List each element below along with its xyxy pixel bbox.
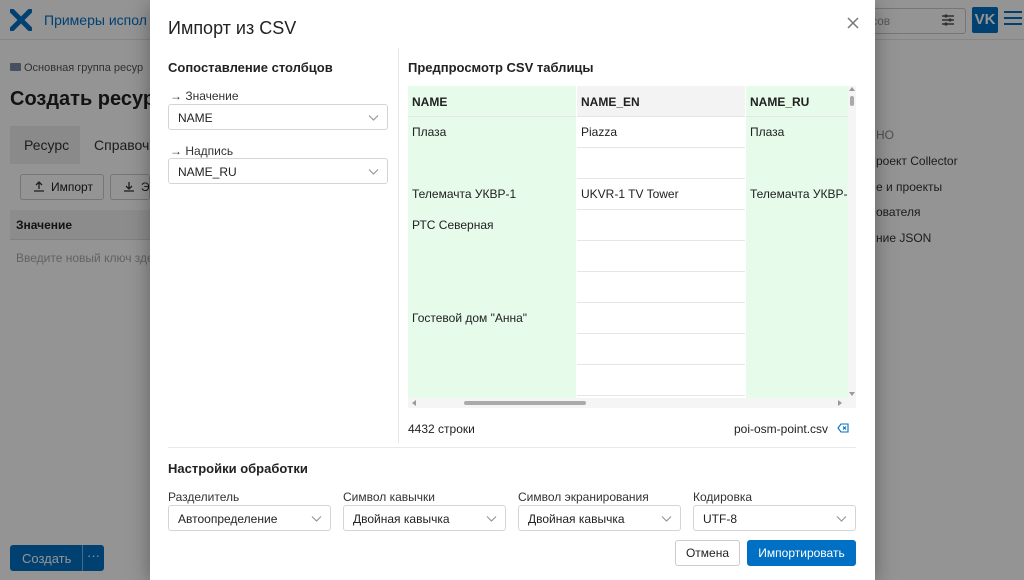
table-cell: [577, 148, 745, 179]
horizontal-scrollbar[interactable]: [408, 398, 856, 408]
table-cell: Гостевой дом "Анна": [412, 311, 528, 325]
file-name: poi-osm-point.csv: [734, 422, 829, 436]
table-cell: [408, 148, 576, 179]
cancel-button[interactable]: Отмена: [675, 540, 740, 566]
caption-field-label: → Надпись: [170, 144, 234, 158]
column-header: NAME_EN: [577, 86, 745, 117]
scroll-up-icon[interactable]: [849, 87, 855, 91]
mapping-title: Сопоставление столбцов: [168, 60, 333, 75]
table-cell: [577, 241, 745, 272]
preview-title: Предпросмотр CSV таблицы: [408, 60, 594, 75]
table-cell: Телемачта УКВР-1: [750, 187, 848, 201]
encoding-label: Кодировка: [693, 490, 753, 504]
table-cell: [408, 334, 576, 365]
table-cell: [746, 272, 848, 303]
table-cell: [746, 303, 848, 334]
table-cell: [746, 241, 848, 272]
table-cell: [577, 334, 745, 365]
table-cell: Плаза: [412, 125, 447, 139]
table-cell: [746, 334, 848, 365]
preview-column-name: NAME Плаза Телемачта УКВР-1 РТС Северная…: [408, 86, 576, 398]
delimiter-select[interactable]: Автоопределение: [168, 505, 331, 531]
table-cell: [408, 241, 576, 272]
table-cell: [408, 272, 576, 303]
chevron-down-icon: [836, 516, 847, 522]
chevron-down-icon: [368, 115, 379, 121]
caption-column-select[interactable]: NAME_RU: [168, 158, 388, 184]
scrollbar-thumb[interactable]: [464, 401, 586, 405]
table-cell: [746, 365, 848, 396]
table-cell: [577, 210, 745, 241]
csv-import-dialog: Импорт из CSV Сопоставление столбцов → З…: [150, 0, 875, 580]
table-cell: Плаза: [750, 125, 785, 139]
quote-char-label: Символ кавычки: [343, 490, 435, 504]
horizontal-divider: [168, 447, 856, 448]
vertical-divider: [398, 48, 399, 443]
dialog-title: Импорт из CSV: [168, 18, 297, 38]
table-cell: UKVR-1 TV Tower: [577, 179, 745, 210]
csv-preview-table[interactable]: NAME Плаза Телемачта УКВР-1 РТС Северная…: [408, 86, 856, 408]
chevron-down-icon: [368, 169, 379, 175]
scrollbar-thumb[interactable]: [850, 96, 854, 106]
table-cell: [577, 365, 745, 396]
table-cell: [746, 210, 848, 241]
table-cell: РТС Северная: [412, 218, 494, 232]
chevron-down-icon: [486, 516, 497, 522]
clear-file-icon[interactable]: [837, 422, 849, 434]
preview-column-name-en: NAME_EN Piazza UKVR-1 TV Tower: [577, 86, 745, 398]
close-icon[interactable]: [844, 14, 862, 32]
scroll-left-icon[interactable]: [412, 400, 416, 406]
table-cell: Piazza: [577, 117, 745, 148]
chevron-down-icon: [311, 516, 322, 522]
preview-column-name-ru: NAME_RU Плаза Телемачта УКВР-1: [746, 86, 848, 398]
table-cell: [577, 303, 745, 334]
escape-char-label: Символ экранирования: [518, 490, 649, 504]
value-field-label: → Значение: [170, 89, 239, 103]
rows-count: 4432 строки: [408, 422, 475, 436]
import-submit-button[interactable]: Импортировать: [747, 540, 856, 566]
column-header: NAME: [408, 86, 576, 117]
table-cell: [408, 365, 576, 396]
value-column-select[interactable]: NAME: [168, 104, 388, 130]
vertical-scrollbar[interactable]: [848, 86, 856, 398]
encoding-select[interactable]: UTF-8: [693, 505, 856, 531]
escape-char-select[interactable]: Двойная кавычка: [518, 505, 681, 531]
scroll-right-icon[interactable]: [838, 400, 842, 406]
scroll-down-icon[interactable]: [849, 392, 855, 396]
chevron-down-icon: [661, 516, 672, 522]
table-cell: [577, 272, 745, 303]
column-header: NAME_RU: [746, 86, 848, 117]
settings-title: Настройки обработки: [168, 461, 308, 476]
quote-char-select[interactable]: Двойная кавычка: [343, 505, 506, 531]
table-cell: Телемачта УКВР-1: [412, 187, 517, 201]
delimiter-label: Разделитель: [168, 490, 240, 504]
table-cell: [746, 148, 848, 179]
